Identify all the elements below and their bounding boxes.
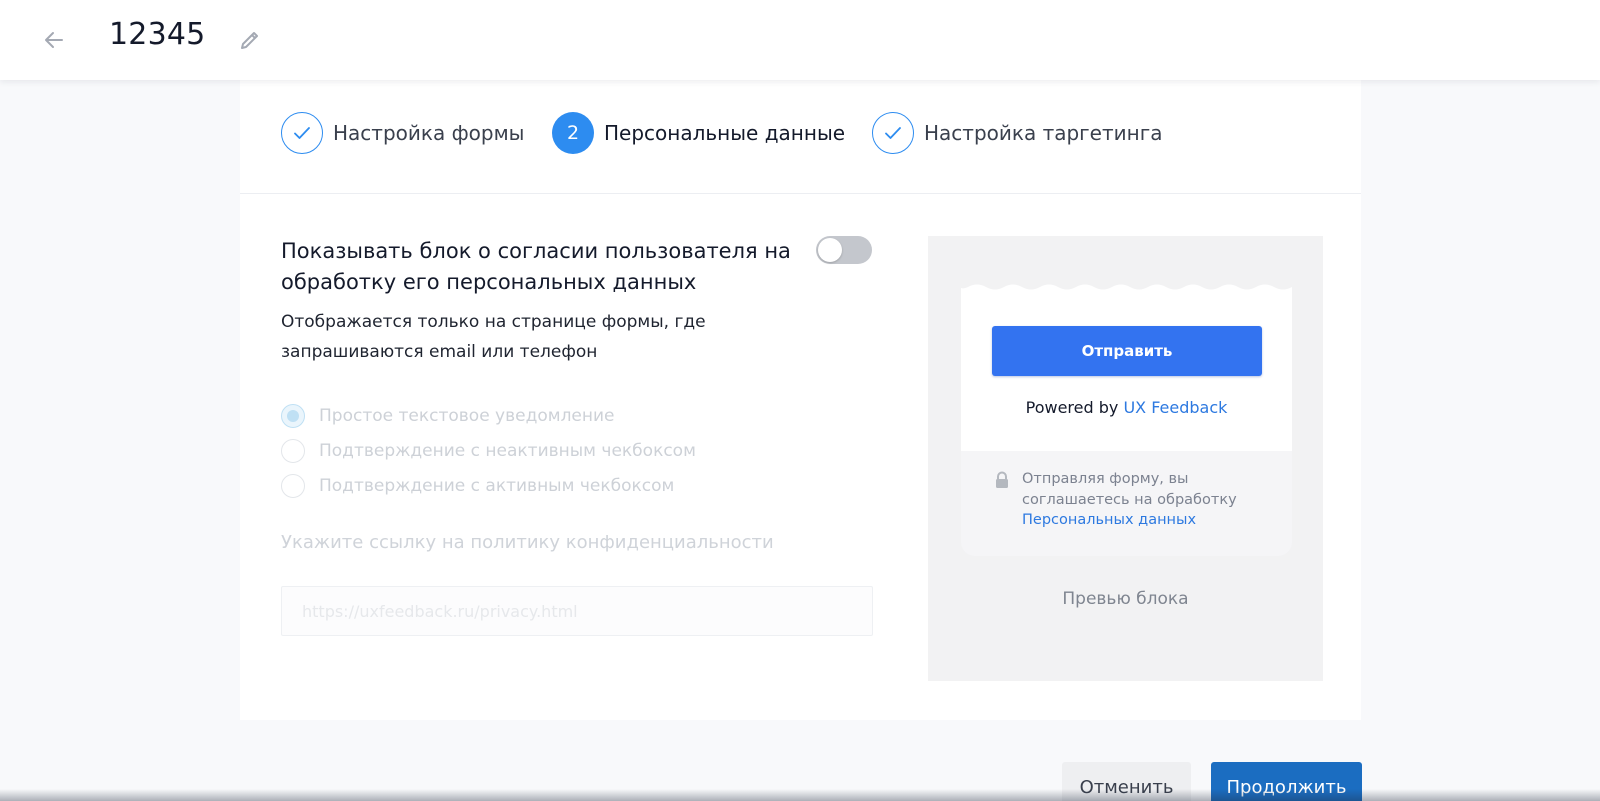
check-icon	[885, 127, 901, 139]
step-label: Настройка таргетинга	[924, 121, 1163, 145]
consent-section-title: Показывать блок о согласии пользователя …	[281, 239, 791, 294]
personal-data-link[interactable]: Персональных данных	[1022, 512, 1196, 528]
privacy-policy-url-input[interactable]	[281, 586, 873, 636]
preview-caption: Превью блока	[1062, 589, 1189, 609]
powered-by-line: Powered by UX Feedback	[961, 398, 1292, 417]
consent-toggle[interactable]	[816, 236, 872, 264]
consent-type-radio-group: Простое текстовое уведомление Подтвержде…	[281, 398, 696, 503]
radio-button[interactable]	[281, 473, 305, 498]
widget-form-area: Отправить Powered by UX Feedback	[961, 284, 1292, 451]
powered-by-text: Powered by	[1025, 398, 1119, 417]
edit-title-button[interactable]	[236, 26, 264, 54]
consent-notice: Отправляя форму, вы соглашаетесь на обра…	[1022, 469, 1272, 531]
radio-dot	[287, 409, 299, 422]
radio-option-text-notice[interactable]: Простое текстовое уведомление	[281, 398, 696, 433]
powered-by-link[interactable]: UX Feedback	[1123, 398, 1227, 417]
cancel-button[interactable]: Отменить	[1062, 762, 1191, 801]
step-form-settings[interactable]: Настройка формы	[281, 112, 524, 154]
radio-option-inactive-checkbox[interactable]: Подтверждение с неактивным чекбоксом	[281, 433, 696, 468]
step-done-indicator	[872, 112, 914, 154]
consent-preview-panel: Отправить Powered by UX Feedback Отправл…	[928, 236, 1323, 681]
step-number: 2	[552, 112, 594, 154]
back-button[interactable]	[38, 24, 70, 56]
continue-button[interactable]: Продолжить	[1211, 762, 1362, 801]
pencil-icon	[241, 32, 258, 49]
top-bar: 12345	[0, 0, 1600, 80]
arrow-left-icon	[45, 32, 63, 48]
radio-option-active-checkbox[interactable]: Подтверждение с активным чекбоксом	[281, 468, 696, 503]
step-personal-data[interactable]: 2 Персональные данные	[552, 112, 845, 154]
radio-button[interactable]	[281, 403, 305, 428]
page-title: 12345	[109, 17, 206, 52]
consent-notice-text: Отправляя форму, вы соглашаетесь на обра…	[1022, 471, 1237, 508]
radio-label: Подтверждение с неактивным чекбоксом	[319, 440, 696, 461]
toggle-knob	[818, 238, 842, 262]
radio-button[interactable]	[281, 438, 305, 463]
radio-label: Подтверждение с активным чекбоксом	[319, 475, 675, 496]
torn-edge-decoration	[961, 284, 1292, 290]
step-targeting-settings[interactable]: Настройка таргетинга	[872, 112, 1162, 154]
consent-description: Отображается только на странице формы, г…	[281, 312, 706, 362]
step-label: Настройка формы	[333, 121, 525, 145]
step-label: Персональные данные	[604, 121, 846, 145]
settings-card: Настройка формы 2 Персональные данные На…	[240, 80, 1361, 720]
lock-icon	[996, 471, 1008, 488]
radio-label: Простое текстовое уведомление	[319, 405, 615, 426]
step-done-indicator	[281, 112, 323, 154]
preview-submit-button[interactable]: Отправить	[992, 326, 1262, 376]
widget-consent-area: Отправляя форму, вы соглашаетесь на обра…	[961, 451, 1292, 556]
privacy-policy-label: Укажите ссылку на политику конфиденциаль…	[281, 532, 774, 553]
check-icon	[294, 127, 310, 139]
preview-form-widget: Отправить Powered by UX Feedback Отправл…	[961, 284, 1292, 556]
stepper: Настройка формы 2 Персональные данные На…	[240, 80, 1361, 194]
